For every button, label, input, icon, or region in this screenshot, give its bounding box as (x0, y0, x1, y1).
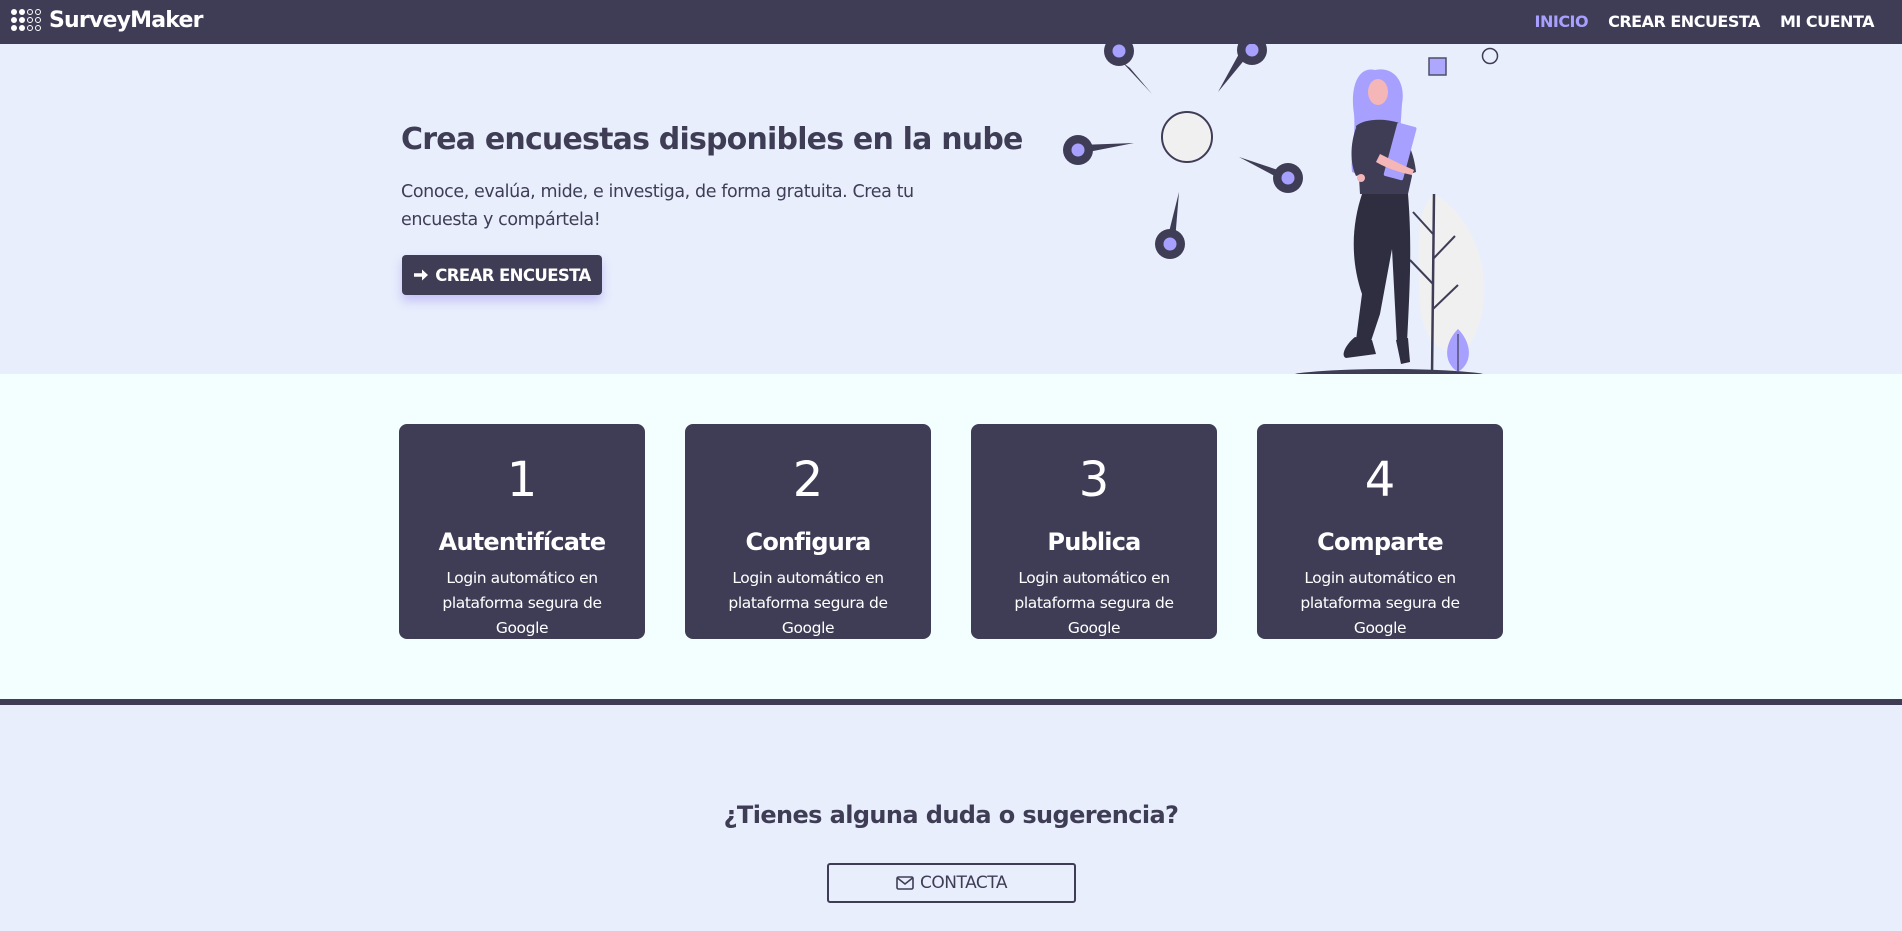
step-card-2: 2 Configura Login automático en platafor… (685, 424, 931, 639)
create-survey-button-label: CREAR ENCUESTA (435, 265, 591, 285)
brand-logo[interactable]: SurveyMaker (11, 8, 204, 33)
step-number: 4 (1364, 452, 1396, 508)
create-survey-button[interactable]: CREAR ENCUESTA (402, 255, 602, 295)
hero-illustration (1063, 44, 1499, 385)
step-description: Login automático en plataforma segura de… (442, 569, 602, 637)
step-title: Publica (1047, 528, 1141, 556)
step-title: Autentifícate (438, 528, 606, 556)
brand-name: SurveyMaker (49, 8, 204, 33)
plant-graphic (1409, 193, 1485, 377)
step-number: 2 (792, 452, 824, 508)
step-description: Login automático en plataforma segura de… (728, 569, 888, 637)
step-card-1: 1 Autentifícate Login automático en plat… (399, 424, 645, 639)
hero-subtitle: Conoce, evalúa, mide, e investiga, de fo… (401, 182, 914, 230)
step-title: Configura (745, 528, 872, 556)
nav-link-mi-cuenta[interactable]: MI CUENTA (1780, 12, 1875, 31)
steps-section: 1 Autentifícate Login automático en plat… (0, 374, 1902, 699)
hero-title: Crea encuestas disponibles en la nube (401, 122, 1023, 157)
step-number: 1 (506, 452, 538, 508)
logo-dots-icon (11, 8, 44, 33)
step-card-3: 3 Publica Login automático en plataforma… (971, 424, 1217, 639)
step-description: Login automático en plataforma segura de… (1300, 569, 1460, 637)
step-number: 3 (1078, 452, 1110, 508)
arrow-right-icon (414, 269, 429, 281)
contact-section: ¿Tienes alguna duda o sugerencia? CONTAC… (0, 705, 1902, 931)
network-graphic (1063, 44, 1303, 259)
envelope-icon (896, 876, 914, 890)
step-description: Login automático en plataforma segura de… (1014, 569, 1174, 637)
nav-link-inicio[interactable]: INICIO (1535, 12, 1589, 31)
contact-question: ¿Tienes alguna duda o sugerencia? (723, 801, 1179, 829)
contact-button[interactable]: CONTACTA (827, 863, 1076, 903)
step-card-4: 4 Comparte Login automático en plataform… (1257, 424, 1503, 639)
nav-links: INICIO CREAR ENCUESTA MI CUENTA (1535, 12, 1875, 31)
nav-link-crear-encuesta[interactable]: CREAR ENCUESTA (1608, 12, 1760, 31)
hero-section: Crea encuestas disponibles en la nube Co… (0, 44, 1902, 385)
woman-figure (1343, 69, 1417, 364)
step-title: Comparte (1317, 528, 1443, 556)
contact-button-label: CONTACTA (920, 873, 1007, 893)
navbar: SurveyMaker INICIO CREAR ENCUESTA MI CUE… (0, 0, 1902, 44)
